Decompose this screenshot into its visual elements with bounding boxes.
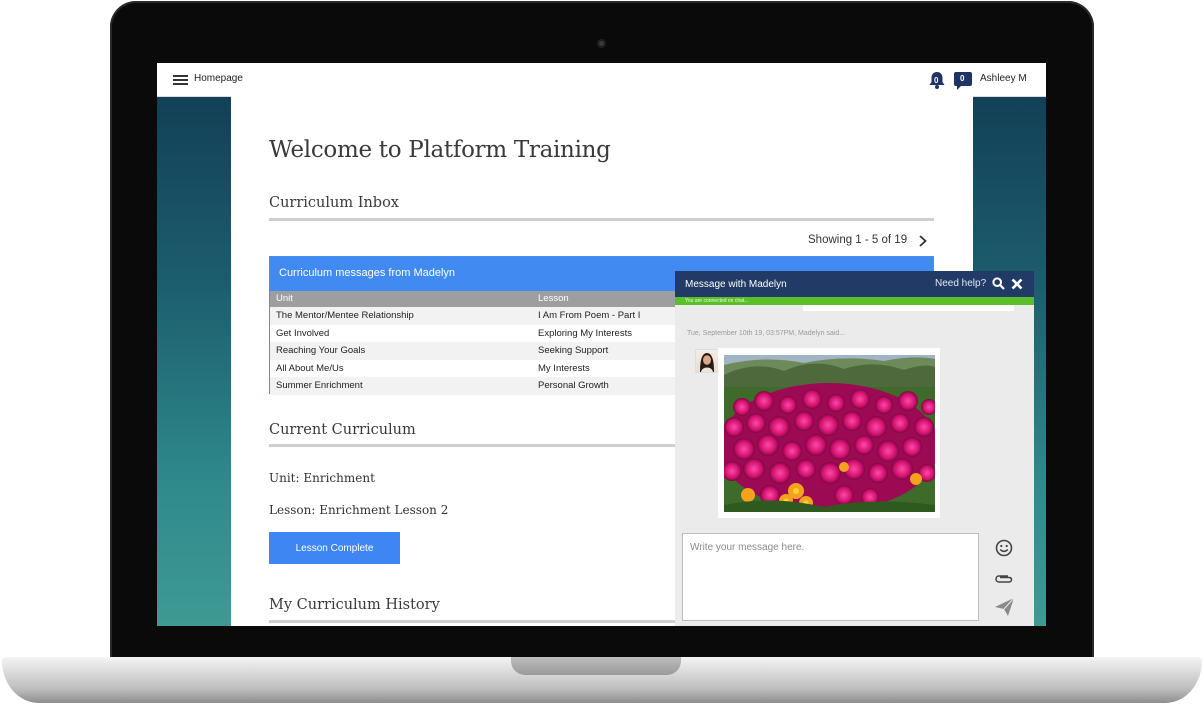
avatar	[695, 349, 719, 373]
emoji-icon[interactable]	[995, 539, 1013, 557]
row-unit: Summer Enrichment	[276, 380, 363, 391]
message-image-card[interactable]	[718, 348, 940, 518]
row-unit: Reaching Your Goals	[276, 345, 366, 356]
laptop-camera	[597, 39, 606, 48]
row-unit: All About Me/Us	[276, 362, 344, 374]
message-meta: Tue, September 10th 19, 03:57PM, Madelyn…	[687, 330, 846, 337]
current-unit: Unit: Enrichment	[269, 471, 375, 485]
lesson-complete-button[interactable]: Lesson Complete	[269, 532, 400, 564]
user-name[interactable]: Ashleey M	[980, 73, 1027, 84]
history-title: My Curriculum History	[269, 597, 440, 613]
row-lesson: Personal Growth	[538, 380, 609, 391]
need-help-link[interactable]: Need help?	[935, 278, 986, 289]
hamburger-icon[interactable]	[173, 75, 188, 85]
send-icon[interactable]	[994, 597, 1015, 617]
top-bar: Homepage 0 0 Ashleey M	[157, 63, 1046, 97]
row-lesson: My Interests	[538, 362, 590, 374]
chat-title: Message with Madelyn	[685, 279, 787, 290]
column-header-unit: Unit	[276, 293, 293, 304]
laptop-notch	[511, 657, 681, 675]
homepage-link[interactable]: Homepage	[194, 73, 243, 84]
search-icon[interactable]	[992, 277, 1005, 290]
chat-bubble-icon[interactable]: 0	[953, 71, 973, 91]
row-lesson: Exploring My Interests	[538, 327, 632, 339]
notifications-count: 0	[934, 76, 939, 85]
chat-connection-status: You are connected on chat...	[675, 297, 1034, 305]
inbox-divider	[269, 218, 934, 221]
pagination-text: Showing 1 - 5 of 19	[808, 234, 908, 246]
current-lesson: Lesson: Enrichment Lesson 2	[269, 503, 449, 517]
messages-count: 0	[960, 74, 965, 83]
row-unit: The Mentor/Mentee Relationship	[276, 310, 414, 321]
paperclip-icon[interactable]	[994, 572, 1014, 584]
chat-window: Message with Madelyn Need help? You are …	[675, 271, 1034, 626]
row-lesson: I Am From Poem - Part I	[538, 310, 641, 321]
chat-message-input[interactable]	[682, 533, 979, 621]
app-screen: Homepage 0 0 Ashleey M Welcome to Platfo…	[157, 63, 1046, 626]
close-icon[interactable]	[1011, 277, 1023, 290]
current-curriculum-title: Current Curriculum	[269, 422, 416, 438]
row-lesson: Seeking Support	[538, 345, 609, 356]
chat-message-list: Tue, September 10th 19, 03:57PM, Madelyn…	[675, 311, 1034, 526]
page-title: Welcome to Platform Training	[269, 137, 611, 163]
chat-header: Message with Madelyn Need help?	[675, 271, 1034, 297]
flower-photo[interactable]	[724, 355, 935, 512]
row-unit: Get Involved	[276, 327, 330, 339]
inbox-title: Curriculum Inbox	[269, 195, 399, 211]
chevron-right-icon[interactable]	[919, 234, 927, 247]
column-header-lesson: Lesson	[538, 293, 569, 304]
bell-icon[interactable]: 0	[927, 70, 947, 90]
